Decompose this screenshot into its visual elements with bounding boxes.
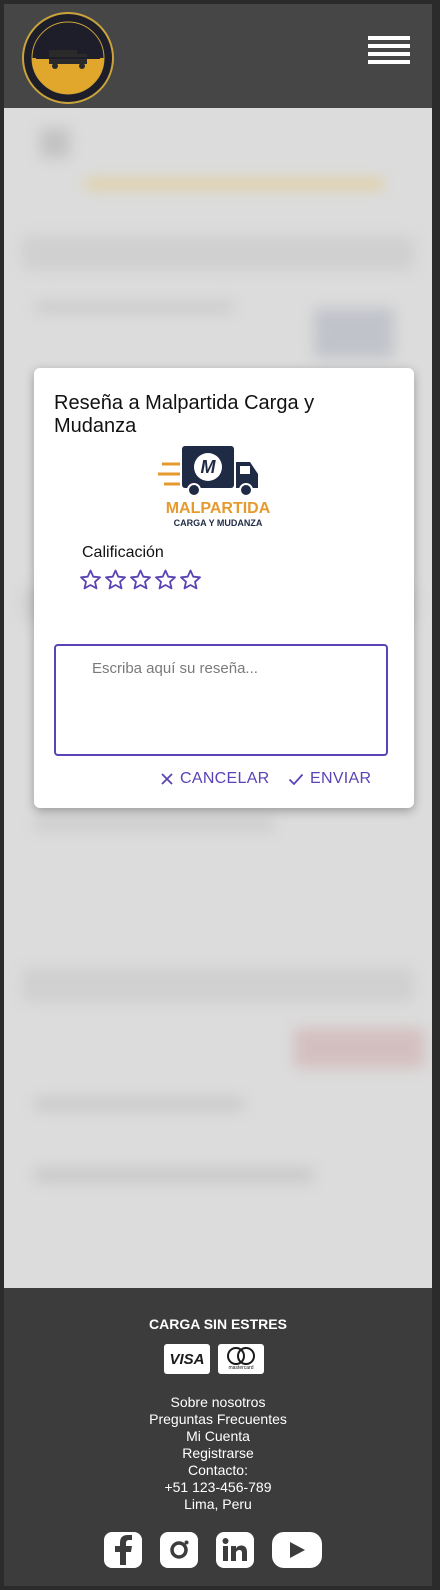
visa-card-icon: VISA xyxy=(164,1344,210,1374)
carga-sin-estres-logo[interactable] xyxy=(22,12,114,104)
rating-label: Calificación xyxy=(82,544,164,561)
mastercard-card-icon: mastercard xyxy=(218,1344,264,1374)
footer-link-about[interactable]: Sobre nosotros xyxy=(4,1394,432,1411)
star-rating xyxy=(78,568,203,594)
facebook-icon[interactable] xyxy=(104,1532,142,1568)
star-icon[interactable] xyxy=(128,568,153,592)
check-icon xyxy=(288,773,304,786)
cancel-button[interactable]: CANCELAR xyxy=(160,766,270,792)
footer-brand: CARGA SIN ESTRES xyxy=(149,1316,287,1332)
review-dialog: Reseña a Malpartida Carga y Mudanza M MA… xyxy=(34,368,414,808)
star-icon[interactable] xyxy=(178,568,203,592)
footer-phone: +51 123-456-789 xyxy=(164,1479,272,1495)
footer-link-account[interactable]: Mi Cuenta xyxy=(4,1428,432,1445)
footer-contact-label: Contacto: xyxy=(188,1462,248,1478)
youtube-icon[interactable] xyxy=(272,1532,322,1568)
send-button[interactable]: ENVIAR xyxy=(288,766,371,792)
mastercard-card-label: mastercard xyxy=(228,1365,254,1371)
star-icon[interactable] xyxy=(153,568,178,592)
footer-link-register[interactable]: Registrarse xyxy=(4,1445,432,1462)
instagram-icon[interactable] xyxy=(160,1532,198,1568)
review-textarea[interactable] xyxy=(54,644,388,756)
svg-text:M: M xyxy=(201,457,217,477)
malpartida-logo-tagline: CARGA Y MUDANZA xyxy=(174,518,263,528)
footer-location: Lima, Peru xyxy=(184,1496,252,1512)
visa-card-label: VISA xyxy=(169,1350,205,1368)
star-icon[interactable] xyxy=(78,568,103,592)
social-links xyxy=(104,1532,322,1568)
malpartida-logo-name: MALPARTIDA xyxy=(166,500,271,517)
send-button-label: ENVIAR xyxy=(310,770,372,787)
footer-links: Sobre nosotros Preguntas Frecuentes Mi C… xyxy=(4,1394,432,1513)
cancel-button-label: CANCELAR xyxy=(180,770,270,787)
malpartida-logo: M MALPARTIDA CARGA Y MUDANZA xyxy=(158,446,271,528)
top-header xyxy=(4,4,432,108)
footer-link-faq[interactable]: Preguntas Frecuentes xyxy=(4,1411,432,1428)
close-icon xyxy=(161,773,173,785)
linkedin-icon[interactable] xyxy=(216,1532,254,1568)
star-icon[interactable] xyxy=(103,568,128,592)
payment-methods: VISA mastercard xyxy=(164,1344,264,1374)
dialog-title: Reseña a Malpartida Carga y Mudanza xyxy=(54,392,315,437)
page-footer: CARGA SIN ESTRES VISA mastercard Sobre n… xyxy=(4,1288,432,1586)
hamburger-menu-icon[interactable] xyxy=(368,36,410,66)
